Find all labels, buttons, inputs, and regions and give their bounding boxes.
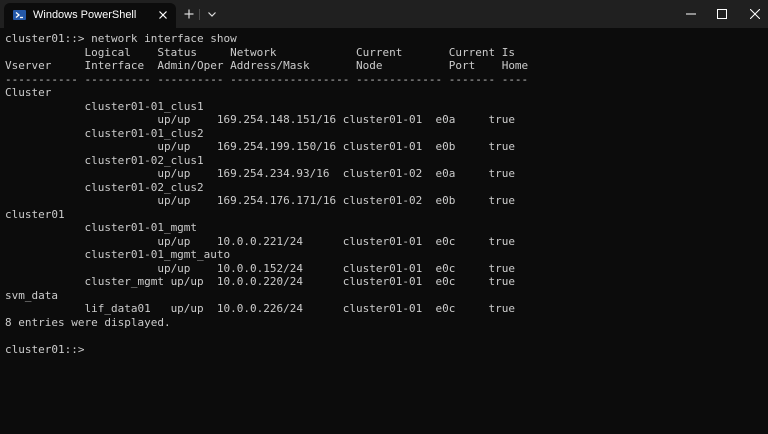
terminal-line: cluster01-02_clus1 — [5, 153, 204, 167]
close-tab-icon[interactable] — [155, 7, 171, 23]
terminal-line: Logical Status Network Current Current I… — [5, 45, 515, 59]
chevron-down-icon[interactable] — [204, 6, 220, 22]
terminal-line: up/up 10.0.0.221/24 cluster01-01 e0c tru… — [5, 234, 515, 248]
terminal-line: up/up 169.254.234.93/16 cluster01-02 e0a… — [5, 167, 515, 180]
terminal-line: cluster01-01_mgmt_auto — [5, 248, 231, 261]
tab-title: Windows PowerShell — [33, 9, 137, 21]
powershell-window: Windows PowerShell cluster01::> network … — [0, 0, 768, 434]
terminal-line: cluster01-02_clus2 — [5, 180, 204, 194]
terminal-line: up/up 169.254.176.171/16 cluster01-02 e0… — [5, 194, 515, 207]
terminal-output[interactable]: cluster01::> network interface show Logi… — [5, 32, 765, 430]
terminal-line: cluster01-01_mgmt — [5, 221, 198, 234]
terminal-line: cluster01::> network interface show — [5, 32, 237, 45]
plus-icon[interactable] — [181, 6, 197, 22]
powershell-icon — [13, 10, 26, 20]
terminal-line: up/up 169.254.148.151/16 cluster01-01 e0… — [5, 113, 515, 126]
terminal-line: cluster01-01_clus1 — [5, 99, 204, 113]
close-window-button[interactable] — [736, 0, 768, 28]
terminal-line: 8 entries were displayed. — [5, 315, 171, 329]
maximize-icon — [717, 9, 727, 19]
terminal-line: up/up 10.0.0.152/24 cluster01-01 e0c tru… — [5, 261, 515, 275]
terminal-line: lif_data01 up/up 10.0.0.226/24 cluster01… — [5, 302, 515, 315]
title-bar[interactable]: Windows PowerShell — [0, 0, 768, 28]
terminal-line: cluster_mgmt up/up 10.0.0.220/24 cluster… — [5, 275, 515, 288]
terminal-line: Cluster — [5, 86, 52, 99]
terminal-line: svm_data — [5, 288, 58, 302]
terminal-line: cluster01-01_clus2 — [5, 126, 204, 140]
terminal-line: cluster01 — [5, 207, 65, 221]
terminal-line: Vserver Interface Admin/Oper Address/Mas… — [5, 59, 529, 72]
minimize-icon — [686, 13, 696, 15]
titlebar-divider — [199, 9, 200, 20]
terminal-line: up/up 169.254.199.150/16 cluster01-01 e0… — [5, 140, 515, 153]
close-icon — [750, 9, 760, 19]
terminal-line: ----------- ---------- ---------- ------… — [5, 72, 529, 86]
command-prompt[interactable]: cluster01::> — [5, 343, 765, 357]
tab-windows-powershell[interactable]: Windows PowerShell — [4, 3, 176, 28]
